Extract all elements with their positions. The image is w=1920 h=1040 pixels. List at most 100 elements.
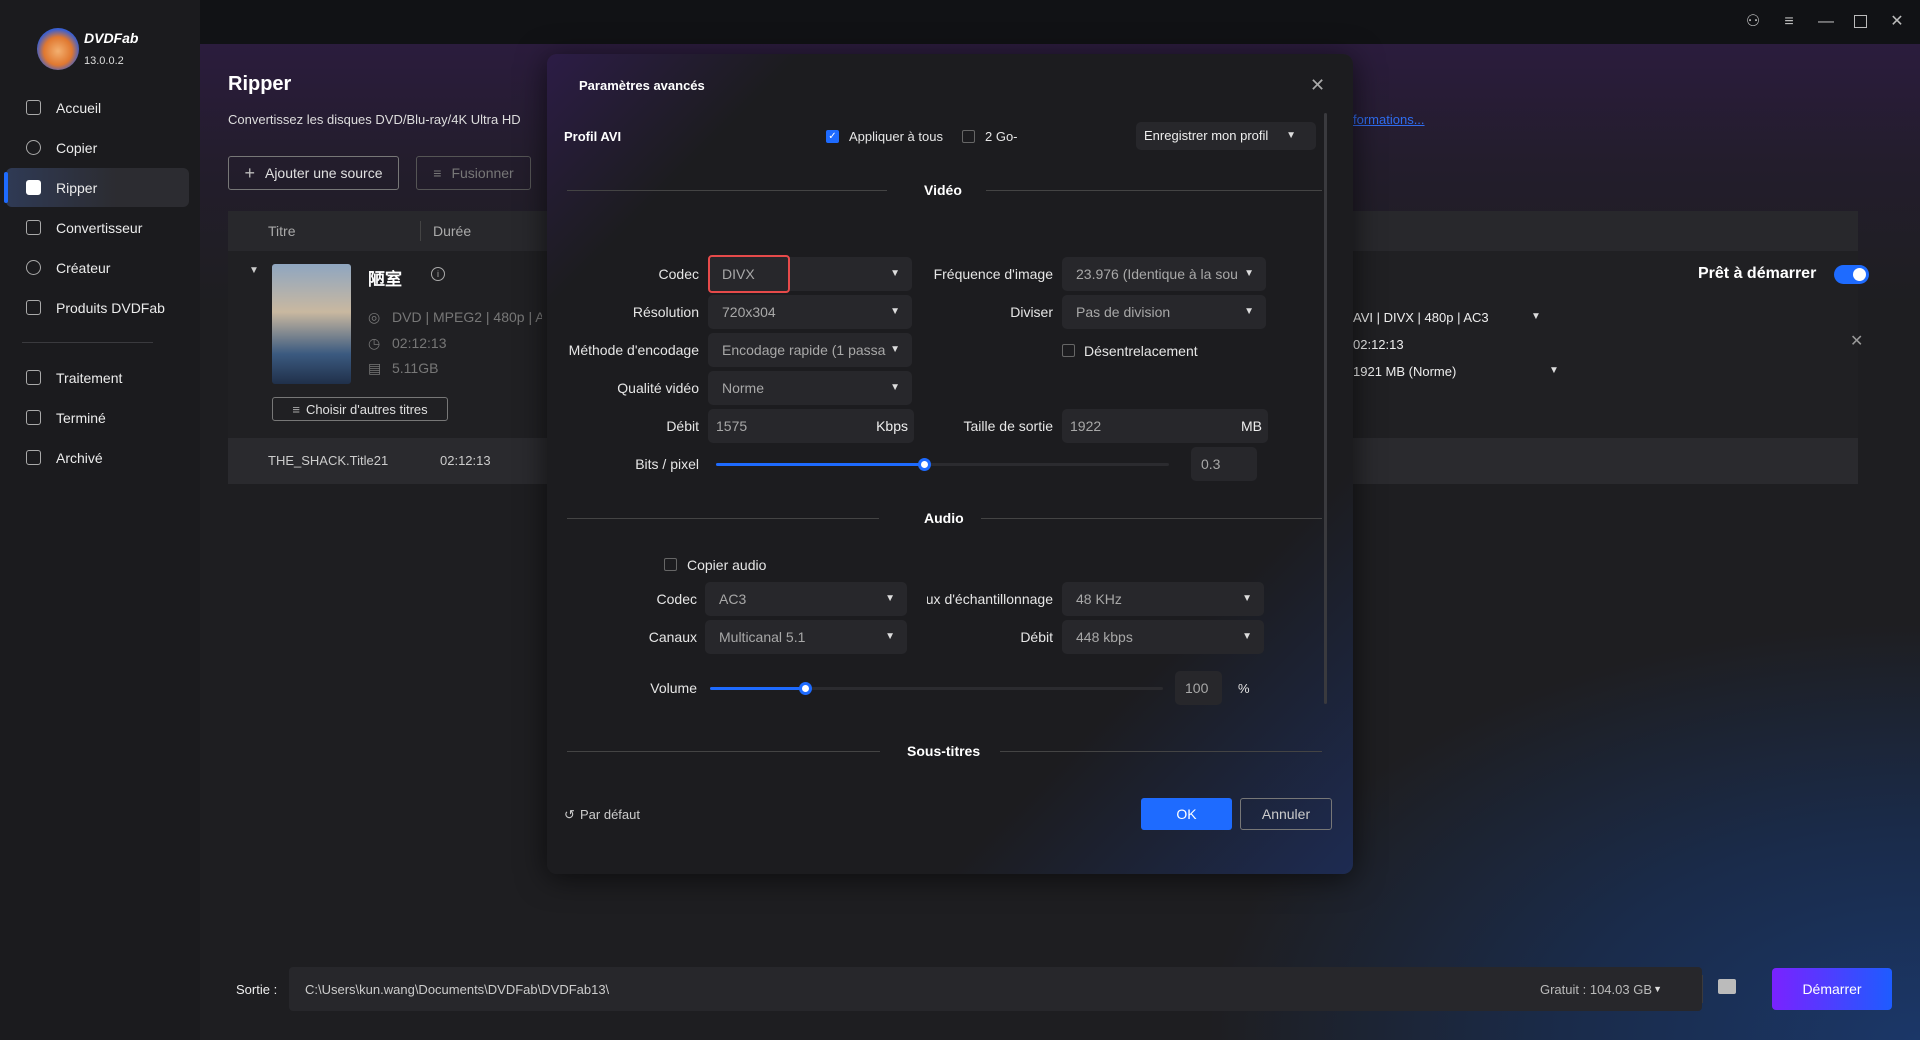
apply-all-checkbox[interactable]: ✓ — [826, 130, 839, 143]
disc-icon — [26, 260, 41, 275]
resolution-label: Résolution — [632, 304, 699, 320]
sidebar-item-accueil[interactable]: Accueil — [6, 88, 189, 127]
size-dropdown-icon[interactable]: ▼ — [1549, 365, 1559, 376]
ok-button[interactable]: OK — [1141, 798, 1232, 830]
frame-rate-dropdown[interactable]: 23.976 (Identique à la sou ▼ — [1062, 257, 1266, 291]
ready-label: Prêt à démarrer — [1698, 265, 1817, 282]
maximize-icon[interactable] — [1853, 14, 1869, 30]
reset-icon[interactable]: ↺ — [564, 807, 575, 823]
bits-per-pixel-input[interactable]: 0.3 — [1191, 447, 1257, 481]
audio-bitrate-value: 448 kbps — [1076, 629, 1133, 645]
merge-label: Fusionner — [451, 165, 514, 181]
start-button[interactable]: Démarrer — [1772, 968, 1892, 1010]
menu-icon[interactable]: ≡ — [1781, 14, 1797, 30]
slider-fill — [716, 463, 925, 466]
video-quality-dropdown[interactable]: Norme ▼ — [708, 371, 912, 405]
encoding-method-dropdown[interactable]: Encodage rapide (1 passa ▼ — [708, 333, 912, 367]
two-go-label: 2 Go- — [985, 129, 1018, 144]
add-source-label: Ajouter une source — [264, 165, 383, 181]
scrollbar[interactable] — [1324, 113, 1327, 704]
chevron-down-icon: ▼ — [1242, 631, 1252, 642]
sidebar-item-copier[interactable]: Copier — [6, 128, 189, 167]
sidebar-item-produits[interactable]: Produits DVDFab — [6, 288, 189, 327]
video-bitrate-label: Débit — [666, 418, 699, 434]
advanced-settings-dialog: Paramètres avancés ✕ Profil AVI ✓ Appliq… — [547, 54, 1353, 874]
dialog-title: Paramètres avancés — [579, 78, 705, 93]
choose-titles-button[interactable]: ≡ Choisir d'autres titres — [272, 397, 448, 421]
collapse-caret-icon[interactable]: ▼ — [249, 265, 259, 276]
video-bitrate-value: 1575 — [716, 418, 748, 434]
deinterlace-checkbox[interactable] — [1062, 344, 1075, 357]
bits-per-pixel-slider[interactable] — [716, 458, 1169, 471]
sidebar-item-label: Accueil — [56, 99, 102, 116]
sample-rate-dropdown[interactable]: 48 KHz ▼ — [1062, 582, 1264, 616]
audio-codec-label: Codec — [656, 591, 697, 607]
profile-label: Profil AVI — [564, 129, 622, 144]
close-icon[interactable]: ✕ — [1889, 14, 1905, 30]
free-space[interactable]: Gratuit : 104.03 GB — [1540, 982, 1652, 997]
sidebar-item-label: Traitement — [56, 369, 123, 386]
chevron-down-icon: ▼ — [890, 382, 900, 393]
folder-icon[interactable] — [1718, 979, 1736, 994]
box-icon — [26, 300, 41, 315]
highlight-box — [708, 255, 790, 293]
file-icon: ▤ — [368, 360, 382, 376]
volume-slider[interactable] — [710, 682, 1163, 695]
chevron-down-icon: ▼ — [890, 333, 900, 367]
encoding-method-label: Méthode d'encodage — [567, 333, 699, 367]
volume-input[interactable]: 100 — [1175, 671, 1222, 705]
output-profile[interactable]: AVI | DIVX | 480p | AC3 — [1353, 310, 1489, 325]
split-dropdown[interactable]: Pas de division ▼ — [1062, 295, 1266, 329]
sidebar-item-termine[interactable]: Terminé — [6, 398, 189, 437]
volume-label: Volume — [650, 680, 697, 696]
video-quality-label: Qualité vidéo — [617, 380, 699, 396]
audio-bitrate-dropdown[interactable]: 448 kbps ▼ — [1062, 620, 1264, 654]
plus-icon: + — [244, 162, 255, 183]
divider — [981, 518, 1322, 519]
apply-all-label: Appliquer à tous — [849, 129, 943, 144]
dvdfab-logo — [37, 28, 79, 70]
shirt-icon[interactable]: ⚇ — [1745, 14, 1761, 30]
slider-handle[interactable] — [918, 458, 932, 471]
close-icon[interactable]: ✕ — [1310, 75, 1325, 96]
column-titre: Titre — [268, 223, 296, 239]
copy-audio-checkbox[interactable] — [664, 558, 677, 571]
divider — [1000, 751, 1322, 752]
ready-toggle[interactable] — [1834, 265, 1869, 284]
archive-icon — [26, 450, 41, 465]
list-icon — [26, 370, 41, 385]
sidebar-item-convertisseur[interactable]: Convertisseur — [6, 208, 189, 247]
resolution-value: 720x304 — [722, 304, 776, 320]
minimize-icon[interactable]: — — [1818, 14, 1834, 30]
free-space-dropdown-icon[interactable]: ▼ — [1653, 984, 1662, 994]
audio-codec-dropdown[interactable]: AC3 ▼ — [705, 582, 907, 616]
save-profile-dropdown[interactable]: Enregistrer mon profil ▼ — [1136, 122, 1316, 150]
add-source-button[interactable]: + Ajouter une source — [228, 156, 399, 190]
output-path-field[interactable]: C:\Users\kun.wang\Documents\DVDFab\DVDFa… — [289, 967, 1703, 1011]
source-duration: 02:12:13 — [392, 335, 447, 351]
sidebar-item-archive[interactable]: Archivé — [6, 438, 189, 477]
default-button[interactable]: Par défaut — [580, 807, 640, 822]
subtitle-name: THE_SHACK.Title21 — [268, 453, 389, 468]
cancel-button[interactable]: Annuler — [1240, 798, 1332, 830]
sidebar-item-traitement[interactable]: Traitement — [6, 358, 189, 397]
remove-icon[interactable]: ✕ — [1850, 331, 1863, 351]
slider-handle[interactable] — [799, 682, 813, 695]
column-divider — [420, 221, 421, 241]
sidebar-divider — [22, 342, 153, 343]
more-info-link[interactable]: formations... — [1353, 112, 1425, 127]
app-name: DVDFab — [84, 30, 139, 46]
output-size-input[interactable]: 1922 MB — [1062, 409, 1268, 443]
sidebar-item-createur[interactable]: Créateur — [6, 248, 189, 287]
sidebar-item-ripper[interactable]: Ripper — [4, 168, 189, 207]
profile-dropdown-icon[interactable]: ▼ — [1531, 311, 1541, 322]
list-icon: ≡ — [292, 401, 300, 417]
info-icon[interactable]: i — [431, 267, 445, 281]
two-go-checkbox[interactable] — [962, 130, 975, 143]
channels-dropdown[interactable]: Multicanal 5.1 ▼ — [705, 620, 907, 654]
merge-button[interactable]: ≡ Fusionner — [416, 156, 531, 190]
audio-section-title: Audio — [924, 510, 964, 526]
choose-titles-label: Choisir d'autres titres — [305, 401, 428, 417]
output-size[interactable]: 1921 MB (Norme) — [1353, 364, 1456, 379]
audio-codec-value: AC3 — [719, 591, 747, 607]
